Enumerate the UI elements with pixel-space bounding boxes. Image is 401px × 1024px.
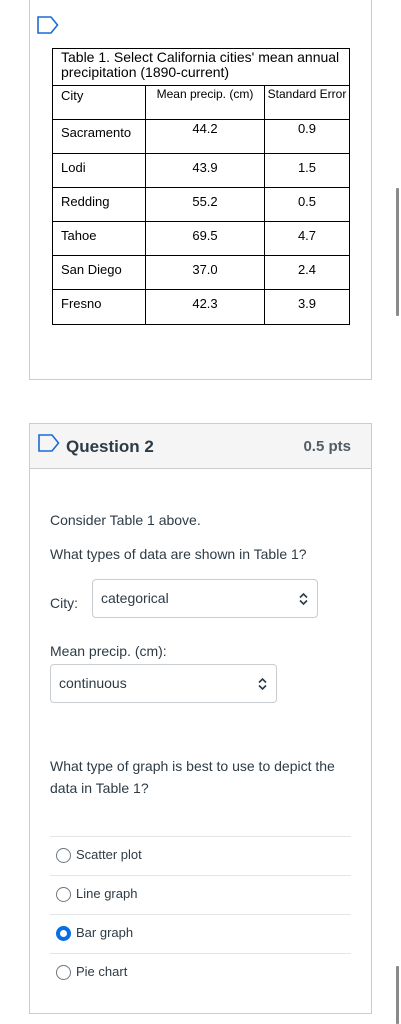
mean-precip-type-value: continuous [59, 675, 127, 691]
header-mean-precip: Mean precip. (cm) [146, 86, 265, 119]
chevron-up-down-icon [299, 592, 308, 606]
city-label: City: [50, 595, 78, 611]
cell-city: Redding [53, 188, 146, 221]
city-type-select[interactable]: categorical [92, 579, 318, 618]
cell-mean: 69.5 [146, 222, 265, 255]
header-city: City [53, 86, 146, 119]
answer-label[interactable]: Line graph [76, 886, 137, 901]
cell-city: Sacramento [53, 120, 146, 153]
answer-option[interactable]: Line graph [50, 875, 351, 914]
table-row: Tahoe 69.5 4.7 [53, 222, 349, 256]
prompt-consider-table: Consider Table 1 above. [50, 512, 201, 528]
cell-se: 0.5 [297, 194, 317, 209]
cell-se: 4.7 [297, 228, 317, 243]
radio-button[interactable] [56, 887, 71, 902]
prompt-graph-type: What type of graph is best to use to dep… [50, 758, 335, 796]
chevron-up-down-icon [258, 677, 267, 691]
table-row: Fresno 42.3 3.9 [53, 290, 349, 324]
city-type-value: categorical [101, 590, 169, 606]
cell-city: Lodi [53, 154, 146, 187]
flag-question-icon[interactable] [37, 16, 59, 34]
cell-mean: 55.2 [146, 188, 265, 221]
flag-question-icon[interactable] [38, 434, 60, 452]
mean-precip-label: Mean precip. (cm): [50, 643, 167, 659]
table-caption: Table 1. Select California cities' mean … [53, 49, 349, 86]
question-2-card: Question 2 0.5 pts Consider Table 1 abov… [29, 423, 372, 1014]
answer-label[interactable]: Scatter plot [76, 847, 142, 862]
cell-mean: 37.0 [146, 256, 265, 289]
question-points: 0.5 pts [303, 438, 351, 455]
cell-city: Fresno [53, 290, 146, 324]
cell-se: 3.9 [297, 296, 317, 311]
table-header-row: City Mean precip. (cm) Standard Error [53, 86, 349, 120]
scrollbar-thumb[interactable] [396, 966, 399, 1024]
precipitation-table: Table 1. Select California cities' mean … [52, 48, 350, 325]
mean-precip-type-select[interactable]: continuous [50, 664, 277, 703]
question-header: Question 2 0.5 pts [30, 424, 371, 469]
answer-list: Scatter plot Line graph Bar graph Pie ch… [50, 836, 351, 992]
answer-option[interactable]: Pie chart [50, 953, 351, 992]
answer-label[interactable]: Pie chart [76, 964, 127, 979]
radio-button[interactable] [56, 965, 71, 980]
cell-mean: 42.3 [146, 290, 265, 324]
cell-city: San Diego [53, 256, 146, 289]
scrollbar-thumb[interactable] [396, 188, 399, 316]
cell-city: Tahoe [53, 222, 146, 255]
radio-button[interactable] [56, 848, 71, 863]
prompt-data-types: What types of data are shown in Table 1? [50, 546, 307, 562]
radio-button-selected[interactable] [56, 926, 71, 941]
cell-se: 2.4 [297, 262, 317, 277]
answer-option[interactable]: Scatter plot [50, 836, 351, 875]
table-row: Lodi 43.9 1.5 [53, 154, 349, 188]
cell-mean: 43.9 [146, 154, 265, 187]
table-row: Sacramento 44.2 0.9 [53, 120, 349, 154]
cell-se: 1.5 [297, 160, 317, 175]
answer-label[interactable]: Bar graph [76, 925, 133, 940]
table-row: Redding 55.2 0.5 [53, 188, 349, 222]
table-row: San Diego 37.0 2.4 [53, 256, 349, 290]
question-title: Question 2 [66, 437, 154, 456]
cell-se: 0.9 [297, 121, 317, 136]
answer-option[interactable]: Bar graph [50, 914, 351, 953]
cell-mean: 44.2 [146, 120, 265, 153]
header-standard-error: Standard Error [267, 87, 347, 101]
